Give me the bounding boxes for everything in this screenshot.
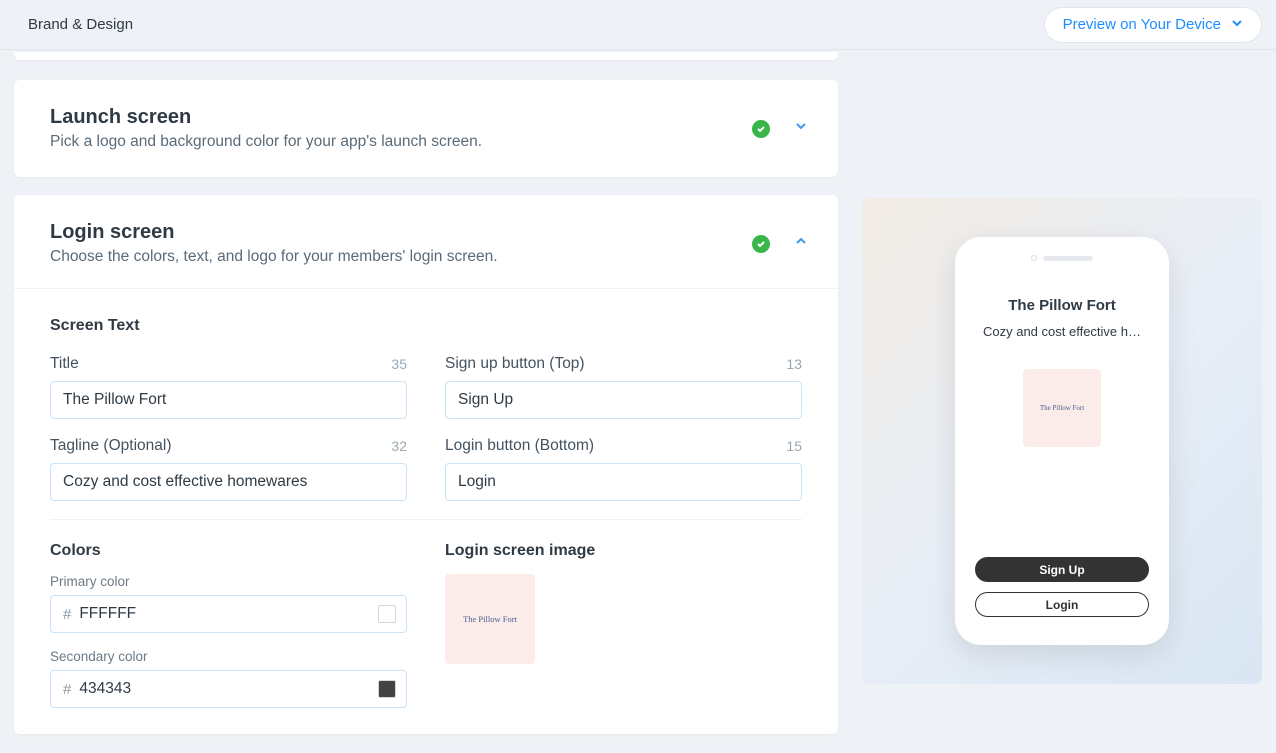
title-input[interactable] bbox=[50, 381, 407, 419]
check-icon bbox=[752, 120, 770, 138]
hash-symbol: # bbox=[63, 681, 71, 698]
secondary-color-label: Secondary color bbox=[50, 649, 407, 664]
phone-logo-text: The Pillow Fort bbox=[1040, 404, 1084, 412]
login-card-text: Login screen Choose the colors, text, an… bbox=[50, 221, 498, 266]
topbar: Brand & Design Preview on Your Device bbox=[0, 0, 1276, 50]
launch-title: Launch screen bbox=[50, 106, 482, 129]
login-screen-card: Login screen Choose the colors, text, an… bbox=[14, 195, 838, 734]
phone-login-label: Login bbox=[1046, 598, 1079, 612]
phone-tagline: Cozy and cost effective h… bbox=[965, 324, 1159, 339]
tagline-count: 32 bbox=[391, 438, 407, 454]
camera-icon bbox=[1031, 255, 1037, 261]
signup-input[interactable] bbox=[445, 381, 802, 419]
signup-count: 13 bbox=[786, 356, 802, 372]
previous-card-edge bbox=[14, 52, 838, 60]
login-description: Choose the colors, text, and logo for yo… bbox=[50, 248, 498, 266]
loginbtn-input[interactable] bbox=[445, 463, 802, 501]
preview-button-label: Preview on Your Device bbox=[1063, 16, 1221, 33]
loginbtn-count: 15 bbox=[786, 438, 802, 454]
title-count: 35 bbox=[391, 356, 407, 372]
login-image-column: Login screen image The Pillow Fort bbox=[445, 542, 802, 724]
primary-color-input-wrap[interactable]: # bbox=[50, 595, 407, 633]
logo-text: The Pillow Fort bbox=[463, 614, 517, 624]
preview-on-device-button[interactable]: Preview on Your Device bbox=[1044, 7, 1262, 43]
launch-screen-card[interactable]: Launch screen Pick a logo and background… bbox=[14, 80, 838, 177]
phone-signup-label: Sign Up bbox=[1039, 563, 1084, 577]
secondary-color-swatch[interactable] bbox=[378, 680, 396, 698]
chevron-down-icon[interactable] bbox=[794, 119, 808, 138]
speaker-icon bbox=[1043, 256, 1093, 261]
secondary-color-input-wrap[interactable]: # bbox=[50, 670, 407, 708]
phone-signup-button: Sign Up bbox=[975, 557, 1149, 582]
primary-color-input[interactable] bbox=[79, 605, 370, 623]
colors-heading: Colors bbox=[50, 542, 407, 560]
primary-color-label: Primary color bbox=[50, 574, 407, 589]
chevron-up-icon[interactable] bbox=[794, 234, 808, 253]
tagline-label: Tagline (Optional) bbox=[50, 437, 171, 455]
phone-preview-panel: The Pillow Fort Cozy and cost effective … bbox=[862, 198, 1262, 684]
hash-symbol: # bbox=[63, 606, 71, 623]
launch-description: Pick a logo and background color for you… bbox=[50, 133, 482, 151]
signup-button-field: Sign up button (Top) 13 bbox=[445, 355, 802, 419]
signup-label: Sign up button (Top) bbox=[445, 355, 585, 373]
login-image-heading: Login screen image bbox=[445, 542, 802, 560]
primary-color-swatch[interactable] bbox=[378, 605, 396, 623]
login-button-field: Login button (Bottom) 15 bbox=[445, 437, 802, 501]
page-title: Brand & Design bbox=[28, 16, 133, 33]
phone-title: The Pillow Fort bbox=[965, 297, 1159, 314]
check-icon bbox=[752, 235, 770, 253]
login-title: Login screen bbox=[50, 221, 498, 244]
chevron-down-icon bbox=[1231, 16, 1243, 33]
login-card-body: Screen Text Title 35 Sign up button (Top… bbox=[14, 289, 838, 734]
screen-text-heading: Screen Text bbox=[50, 317, 802, 335]
divider bbox=[50, 519, 802, 520]
phone-login-button: Login bbox=[975, 592, 1149, 617]
phone-mockup: The Pillow Fort Cozy and cost effective … bbox=[955, 237, 1169, 645]
title-label: Title bbox=[50, 355, 79, 373]
login-screen-image-thumb[interactable]: The Pillow Fort bbox=[445, 574, 535, 664]
launch-card-text: Launch screen Pick a logo and background… bbox=[50, 106, 482, 151]
phone-logo: The Pillow Fort bbox=[1023, 369, 1101, 447]
title-field: Title 35 bbox=[50, 355, 407, 419]
secondary-color-input[interactable] bbox=[79, 680, 370, 698]
login-card-header[interactable]: Login screen Choose the colors, text, an… bbox=[14, 195, 838, 289]
tagline-input[interactable] bbox=[50, 463, 407, 501]
loginbtn-label: Login button (Bottom) bbox=[445, 437, 594, 455]
colors-column: Colors Primary color # Secondary color # bbox=[50, 542, 407, 724]
phone-notch bbox=[965, 255, 1159, 261]
tagline-field: Tagline (Optional) 32 bbox=[50, 437, 407, 501]
